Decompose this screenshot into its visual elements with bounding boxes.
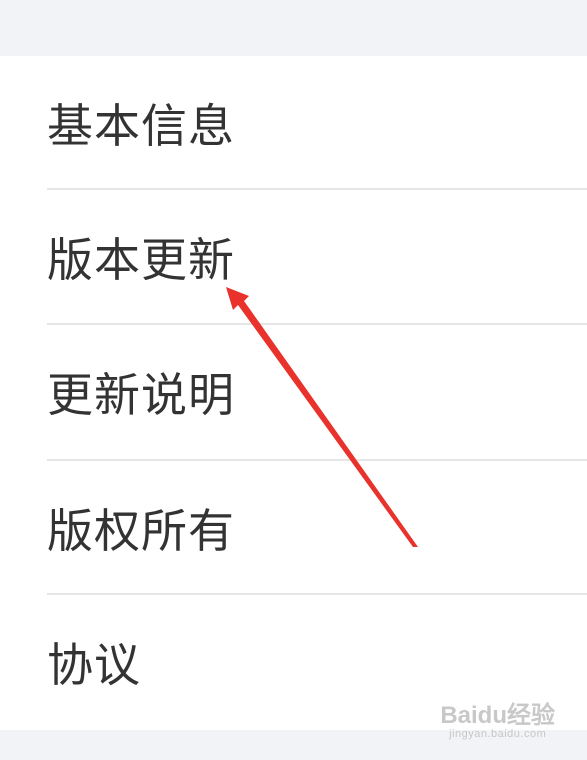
baidu-jingyan-watermark: Baidu经验 jingyan.baidu.com (440, 704, 555, 741)
top-spacer (0, 0, 587, 56)
watermark-url: jingyan.baidu.com (449, 728, 547, 740)
list-item-version-update[interactable]: 版本更新 (0, 190, 587, 324)
list-item-basic-info[interactable]: 基本信息 (0, 56, 587, 190)
list-item-label: 协议 (47, 638, 141, 692)
list-item-label: 版权所有 (47, 504, 235, 558)
list-item-copyright[interactable]: 版权所有 (0, 461, 587, 595)
settings-list: 基本信息 版本更新 更新说明 版权所有 协议 (0, 56, 587, 730)
list-item-label: 更新说明 (47, 368, 235, 422)
list-item-label: 基本信息 (47, 99, 235, 153)
list-item-update-notes[interactable]: 更新说明 (0, 325, 587, 459)
watermark-logo: Baidu经验 (440, 702, 555, 729)
list-item-label: 版本更新 (47, 233, 235, 287)
